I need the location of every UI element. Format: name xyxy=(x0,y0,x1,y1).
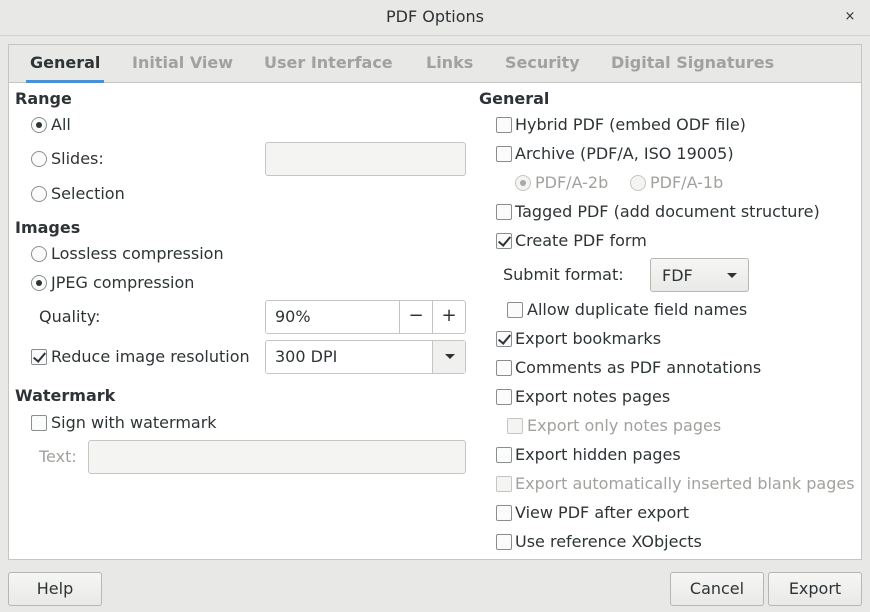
close-icon[interactable]: × xyxy=(842,8,858,26)
range-slides-label: Slides: xyxy=(51,149,104,168)
general-tab-content: Range All Slides: Selection Images Lossl… xyxy=(9,83,861,559)
tab-general[interactable]: General xyxy=(26,45,105,83)
tagged-pdf-checkbox[interactable] xyxy=(496,204,512,220)
export-bookmarks-label: Export bookmarks xyxy=(515,329,662,348)
pdfa-1b-label: PDF/A-1b xyxy=(650,173,724,192)
jpeg-radio[interactable] xyxy=(31,275,47,291)
blank-pages-checkbox[interactable] xyxy=(496,476,512,492)
title-bar: PDF Options × xyxy=(0,0,870,36)
range-all-radio[interactable] xyxy=(31,117,47,133)
chevron-down-icon[interactable] xyxy=(432,341,465,373)
comments-label: Comments as PDF annotations xyxy=(515,358,762,377)
submit-format-dropdown[interactable]: FDF xyxy=(650,258,749,292)
quality-increase-button[interactable]: + xyxy=(432,301,465,333)
create-form-checkbox[interactable] xyxy=(496,233,512,249)
jpeg-label: JPEG compression xyxy=(51,273,195,292)
export-notes-label: Export notes pages xyxy=(515,387,671,406)
submit-format-value: FDF xyxy=(662,266,693,285)
slides-input[interactable] xyxy=(265,142,466,176)
hybrid-pdf-label: Hybrid PDF (embed ODF file) xyxy=(515,115,746,134)
resolution-combo[interactable]: 300 DPI xyxy=(265,340,466,374)
allow-duplicate-label: Allow duplicate field names xyxy=(527,300,748,319)
pdfa-2b-label: PDF/A-2b xyxy=(535,173,609,192)
pdfa-2b-radio[interactable] xyxy=(515,175,531,191)
range-heading: Range xyxy=(15,89,72,108)
resolution-value: 300 DPI xyxy=(275,347,338,366)
only-notes-checkbox[interactable] xyxy=(507,418,523,434)
chevron-down-icon xyxy=(727,273,737,278)
reference-xobjects-label: Use reference XObjects xyxy=(515,532,702,551)
export-button[interactable]: Export xyxy=(768,572,862,606)
tab-user-interface[interactable]: User Interface xyxy=(260,45,397,83)
general-heading: General xyxy=(479,89,550,108)
pdfa-1b-radio[interactable] xyxy=(630,175,646,191)
range-selection-label: Selection xyxy=(51,184,125,203)
tab-bar: General Initial View User Interface Link… xyxy=(9,45,861,83)
quality-label: Quality: xyxy=(39,307,101,326)
lossless-radio[interactable] xyxy=(31,246,47,262)
allow-duplicate-checkbox[interactable] xyxy=(507,302,523,318)
only-notes-label: Export only notes pages xyxy=(527,416,722,435)
blank-pages-label: Export automatically inserted blank page… xyxy=(515,474,855,493)
tab-digital-signatures[interactable]: Digital Signatures xyxy=(607,45,778,83)
range-slides-radio[interactable] xyxy=(31,151,47,167)
quality-spinner[interactable]: 90% − + xyxy=(265,300,466,334)
sign-watermark-label: Sign with watermark xyxy=(51,413,217,432)
help-button[interactable]: Help xyxy=(8,572,102,606)
archive-checkbox[interactable] xyxy=(496,146,512,162)
tab-initial-view[interactable]: Initial View xyxy=(128,45,237,83)
cancel-button[interactable]: Cancel xyxy=(670,572,764,606)
create-form-label: Create PDF form xyxy=(515,231,647,250)
images-heading: Images xyxy=(15,218,81,237)
reference-xobjects-checkbox[interactable] xyxy=(496,534,512,550)
export-bookmarks-checkbox[interactable] xyxy=(496,331,512,347)
reduce-resolution-label: Reduce image resolution xyxy=(51,347,250,366)
view-after-export-label: View PDF after export xyxy=(515,503,690,522)
watermark-heading: Watermark xyxy=(15,386,116,405)
view-after-export-checkbox[interactable] xyxy=(496,505,512,521)
watermark-text-input[interactable] xyxy=(88,440,466,474)
lossless-label: Lossless compression xyxy=(51,244,224,263)
export-notes-checkbox[interactable] xyxy=(496,389,512,405)
tagged-pdf-label: Tagged PDF (add document structure) xyxy=(515,202,820,221)
archive-label: Archive (PDF/A, ISO 19005) xyxy=(515,144,734,163)
tab-links[interactable]: Links xyxy=(422,45,477,83)
reduce-resolution-checkbox[interactable] xyxy=(31,349,47,365)
window-title: PDF Options xyxy=(386,7,484,26)
watermark-text-label: Text: xyxy=(39,447,77,466)
quality-value: 90% xyxy=(275,307,311,326)
tab-security[interactable]: Security xyxy=(501,45,584,83)
comments-checkbox[interactable] xyxy=(496,360,512,376)
submit-format-label: Submit format: xyxy=(503,265,624,284)
range-selection-radio[interactable] xyxy=(31,186,47,202)
sign-watermark-checkbox[interactable] xyxy=(31,415,47,431)
export-hidden-label: Export hidden pages xyxy=(515,445,681,464)
range-all-label: All xyxy=(51,115,71,134)
quality-decrease-button[interactable]: − xyxy=(399,301,432,333)
hybrid-pdf-checkbox[interactable] xyxy=(496,117,512,133)
export-hidden-checkbox[interactable] xyxy=(496,447,512,463)
options-notebook: General Initial View User Interface Link… xyxy=(8,44,862,560)
